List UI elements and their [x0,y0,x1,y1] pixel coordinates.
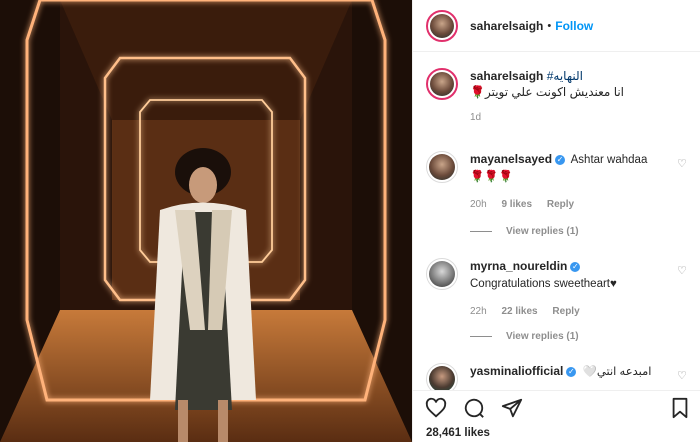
replies-line [470,336,492,337]
comment-like-heart-icon[interactable]: ♡ [677,157,687,170]
heart-icon[interactable] [425,397,447,422]
verified-badge-icon: ✓ [566,366,577,377]
verified-badge-icon: ✓ [570,261,581,272]
comment-avatar[interactable] [426,151,458,183]
comment-time[interactable]: 20h [470,199,487,210]
caption-text: 🌹انا معنديش اكونت علي تويتر [470,85,625,99]
comment-item: myrna_noureldin ✓ Congratulations sweethe… [426,258,696,320]
avatar[interactable] [426,9,458,42]
bookmark-icon[interactable] [669,397,691,422]
post-side-panel: saharelsaigh • Follow saharelsaigh #النه… [412,0,700,442]
follow-button[interactable]: Follow [555,19,593,33]
comment-item: mayanelsayed ✓ Ashtar wahdaa 🌹🌹🌹 20h 9 li… [426,151,696,213]
share-icon[interactable] [501,397,523,422]
comment-likes[interactable]: 9 likes [501,199,532,210]
comment-text: Ashtar wahdaa [570,154,648,166]
comment-username[interactable]: yasminaliofficial [470,364,563,378]
view-replies-label: View replies (1) [506,226,579,237]
separator-dot: • [547,19,552,32]
comment-text: Congratulations sweetheart♥ [470,278,617,290]
post-header: saharelsaigh • Follow [413,0,700,52]
caption-hashtag[interactable]: #النهايه [547,69,583,83]
caption-avatar[interactable] [426,68,458,100]
post-caption: saharelsaigh #النهايه 🌹انا معنديش اكونت … [426,68,691,126]
corridor-scene [0,0,412,442]
replies-line [470,231,492,232]
comment-icon[interactable] [463,397,485,422]
verified-badge-icon: ✓ [555,154,566,165]
post-photo[interactable] [0,0,412,442]
comment-username[interactable]: myrna_noureldin [470,259,567,273]
comment-likes[interactable]: 22 likes [501,306,537,317]
comment-username[interactable]: mayanelsayed [470,152,552,166]
comment-text: 🤍امبدعه انتي [582,366,652,378]
header-username[interactable]: saharelsaigh [470,19,543,33]
reply-button[interactable]: Reply [547,199,574,210]
reply-button[interactable]: Reply [552,306,579,317]
view-replies-label: View replies (1) [506,331,579,342]
caption-username[interactable]: saharelsaigh [470,69,543,83]
instagram-post: saharelsaigh • Follow saharelsaigh #النه… [0,0,700,442]
view-replies-button[interactable]: View replies (1) [470,331,579,342]
likes-count[interactable]: 28,461 likes [426,427,490,439]
comment-like-heart-icon[interactable]: ♡ [677,264,687,277]
comment-time[interactable]: 22h [470,306,487,317]
view-replies-button[interactable]: View replies (1) [470,226,579,237]
comment-like-heart-icon[interactable]: ♡ [677,369,687,382]
comment-avatar[interactable] [426,258,458,290]
comment-text-line2: 🌹🌹🌹 [470,171,513,183]
post-actions: 28,461 likes [413,390,700,442]
caption-time[interactable]: 1d [470,110,624,126]
